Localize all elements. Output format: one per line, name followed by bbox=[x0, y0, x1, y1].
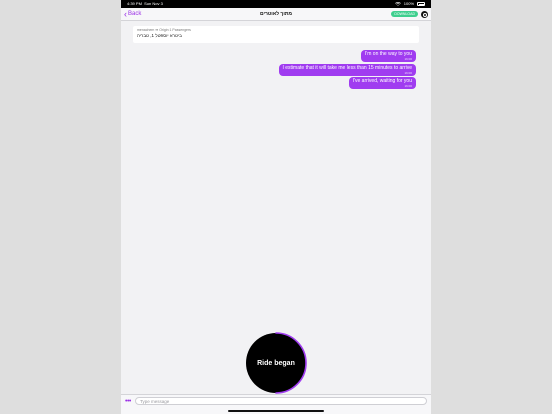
ride-address: ביטרא יוספטל 1, טבריה bbox=[137, 33, 182, 38]
more-dots-icon[interactable]: ••• bbox=[125, 397, 131, 406]
message-bubble: I've arrived, waiting for you 16:00 bbox=[348, 77, 416, 89]
message-time: 16:00 bbox=[404, 84, 412, 88]
status-right: 100% bbox=[394, 0, 425, 8]
page-title: מתוך לאוטרים bbox=[259, 11, 293, 17]
home-indicator bbox=[228, 410, 324, 412]
message-bubble: I estimate that it will take me less tha… bbox=[278, 64, 416, 76]
message-composer: ••• bbox=[121, 394, 431, 414]
status-time: 4:39 PM Sun Nov 3 bbox=[127, 1, 163, 6]
wifi-icon bbox=[394, 2, 401, 6]
status-badge[interactable]: DOWNLOAD bbox=[391, 11, 418, 17]
status-bar: 4:39 PM Sun Nov 3 100% bbox=[121, 0, 431, 8]
ride-info-card: menachem ➡ Origin 1 Passengers ביטרא יוס… bbox=[133, 26, 419, 43]
battery-icon bbox=[417, 2, 425, 6]
message-time: 16:00 bbox=[404, 57, 412, 61]
message-input[interactable] bbox=[135, 397, 427, 405]
message-text: I estimate that it will take me less tha… bbox=[282, 65, 413, 71]
ride-label: Ride began bbox=[257, 359, 295, 367]
message-bubble: I'm on the way to you 16:00 bbox=[360, 50, 416, 62]
battery-percent: 100% bbox=[403, 1, 414, 6]
profile-icon[interactable] bbox=[421, 11, 428, 18]
navigation-bar: ‹ Back מתוך לאוטרים DOWNLOAD bbox=[121, 8, 431, 21]
message-time: 16:00 bbox=[404, 71, 412, 75]
app-screen: 4:39 PM Sun Nov 3 100% ‹ Back מתוך לאוטר… bbox=[121, 0, 431, 414]
ride-began-button[interactable]: Ride began bbox=[245, 332, 307, 394]
message-text: I've arrived, waiting for you bbox=[352, 78, 412, 84]
